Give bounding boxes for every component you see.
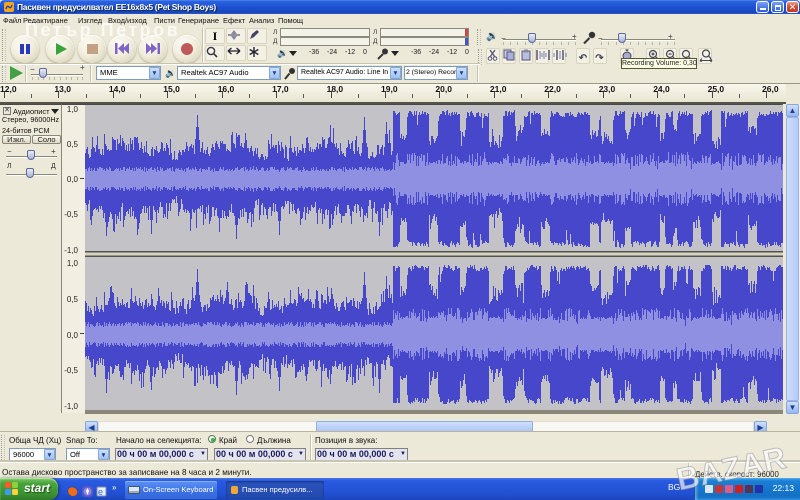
svg-text:e: e [98, 487, 103, 497]
